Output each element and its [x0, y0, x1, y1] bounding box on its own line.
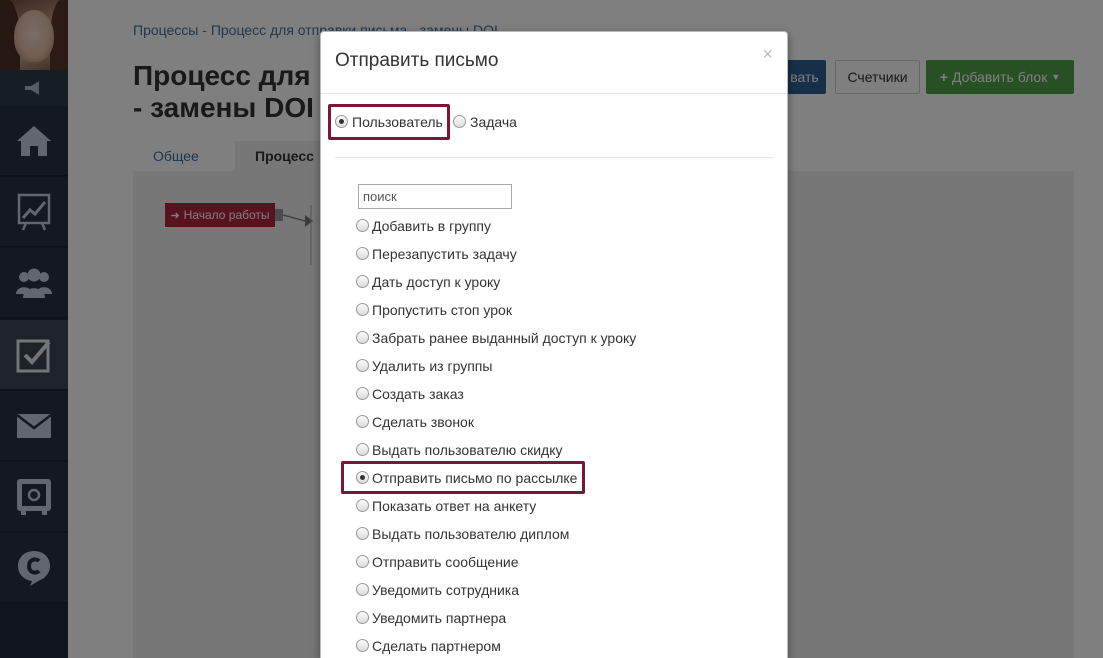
- action-option[interactable]: Дать доступ к уроку: [356, 270, 776, 298]
- modal-title: Отправить письмо: [335, 50, 499, 71]
- action-radio[interactable]: [356, 247, 369, 260]
- action-label[interactable]: Перезапустить задачу: [372, 246, 517, 262]
- action-radio[interactable]: [356, 639, 369, 652]
- action-radio[interactable]: [356, 583, 369, 596]
- action-option[interactable]: Отправить сообщение: [356, 550, 776, 578]
- modal-header: Отправить письмо ×: [321, 32, 787, 94]
- action-option[interactable]: Выдать пользователю диплом: [356, 522, 776, 550]
- action-option[interactable]: Уведомить сотрудника: [356, 578, 776, 606]
- action-label[interactable]: Удалить из группы: [372, 358, 492, 374]
- action-option[interactable]: Показать ответ на анкету: [356, 494, 776, 522]
- action-radio[interactable]: [356, 471, 369, 484]
- action-label[interactable]: Уведомить партнера: [372, 610, 506, 626]
- action-option[interactable]: Перезапустить задачу: [356, 242, 776, 270]
- action-label[interactable]: Сделать партнером: [372, 638, 501, 654]
- action-label[interactable]: Выдать пользователю диплом: [372, 526, 569, 542]
- action-list: Добавить в группу Перезапустить задачу Дат…: [356, 214, 776, 658]
- action-option[interactable]: Забрать ранее выданный доступ к уроку: [356, 326, 776, 354]
- action-radio[interactable]: [356, 527, 369, 540]
- action-label[interactable]: Выдать пользователю скидку: [372, 442, 563, 458]
- action-radio[interactable]: [356, 275, 369, 288]
- action-label[interactable]: Показать ответ на анкету: [372, 498, 536, 514]
- search-input[interactable]: [358, 184, 512, 209]
- radio-user[interactable]: [335, 115, 348, 128]
- action-label[interactable]: Отправить письмо по рассылке: [372, 470, 577, 486]
- action-label[interactable]: Сделать звонок: [372, 414, 474, 430]
- action-label[interactable]: Дать доступ к уроку: [372, 274, 500, 290]
- action-radio[interactable]: [356, 499, 369, 512]
- action-label[interactable]: Отправить сообщение: [372, 554, 519, 570]
- close-icon[interactable]: ×: [762, 44, 773, 64]
- action-radio[interactable]: [356, 443, 369, 456]
- action-radio[interactable]: [356, 219, 369, 232]
- action-option[interactable]: Добавить в группу: [356, 214, 776, 242]
- action-radio[interactable]: [356, 331, 369, 344]
- action-label[interactable]: Создать заказ: [372, 386, 464, 402]
- action-option[interactable]: Отправить письмо по рассылке: [356, 466, 776, 494]
- action-radio[interactable]: [356, 303, 369, 316]
- divider: [335, 157, 773, 158]
- action-label[interactable]: Добавить в группу: [372, 218, 491, 234]
- action-label[interactable]: Уведомить сотрудника: [372, 582, 519, 598]
- action-option[interactable]: Удалить из группы: [356, 354, 776, 382]
- action-option[interactable]: Пропустить стоп урок: [356, 298, 776, 326]
- action-radio[interactable]: [356, 359, 369, 372]
- action-label[interactable]: Забрать ранее выданный доступ к уроку: [372, 330, 636, 346]
- radio-user-label[interactable]: Пользователь: [352, 114, 443, 130]
- action-label[interactable]: Пропустить стоп урок: [372, 302, 512, 318]
- action-radio[interactable]: [356, 611, 369, 624]
- action-radio[interactable]: [356, 555, 369, 568]
- radio-task[interactable]: [453, 115, 466, 128]
- action-option[interactable]: Выдать пользователю скидку: [356, 438, 776, 466]
- action-option[interactable]: Сделать партнером: [356, 634, 776, 658]
- action-radio[interactable]: [356, 387, 369, 400]
- action-option[interactable]: Уведомить партнера: [356, 606, 776, 634]
- action-option[interactable]: Создать заказ: [356, 382, 776, 410]
- send-email-modal: Отправить письмо × Пользователь Задача Д…: [320, 31, 788, 658]
- radio-task-label[interactable]: Задача: [470, 114, 517, 130]
- action-radio[interactable]: [356, 415, 369, 428]
- action-option[interactable]: Сделать звонок: [356, 410, 776, 438]
- target-type-radio-group: Пользователь Задача: [335, 112, 535, 134]
